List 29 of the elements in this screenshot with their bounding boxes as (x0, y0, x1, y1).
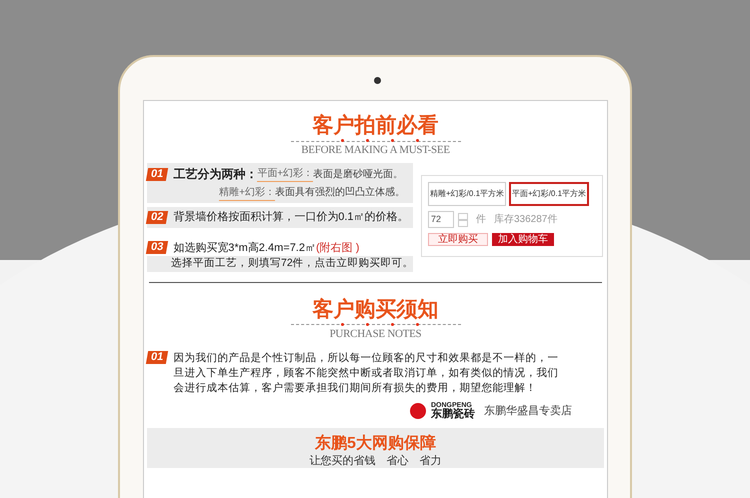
option-name: 精雕+幻彩： (219, 185, 275, 201)
number-badge: 01 (146, 168, 168, 180)
unit-label: 件 (476, 213, 486, 227)
row-text: 背景墙价格按面积计算，一口价为0.1㎡的价格。 (173, 210, 409, 225)
section-subtitle: PURCHASE NOTES (330, 326, 422, 341)
option-desc: 表面是磨砂哑光面。 (313, 168, 404, 182)
store-name: 东鹏华盛昌专卖店 (484, 404, 572, 418)
number-badge: 03 (146, 241, 168, 254)
section-subtitle: BEFORE MAKING A MUST-SEE (301, 143, 450, 157)
note-paragraph: 因为我们的产品是个性订制品，所以每一位顾客的尺寸和效果都是不一样的，一旦进入下单生产程序，顾客不能突然中断或者取消订单，如有类似的情况，我们会进行成本估算，客户需要承担我们期间所有损失的费用，期望您能理解！ (173, 350, 560, 396)
number-badge: 01 (146, 350, 168, 364)
row-heading: 工艺分为两种： (173, 166, 258, 183)
variant-option[interactable]: 平面+幻彩/0.1平方米 (509, 182, 590, 206)
row-note: (附右图 ) (316, 240, 360, 256)
option-desc: 表面具有强烈的凹凸立体感。 (275, 186, 405, 200)
buy-now-button[interactable]: 立即购买 (428, 233, 488, 246)
stock-label: 库存336287件 (494, 212, 558, 227)
quantity-field[interactable]: 72 (428, 211, 454, 228)
row-text: 选择平面工艺，则填写72件，点击立即购买即可。 (147, 256, 413, 272)
section-title: 客户购买须知 (312, 296, 438, 323)
add-to-cart-button[interactable]: 加入购物车 (492, 233, 554, 246)
section-subtitle: 让您买的省钱 省心 省力 (310, 454, 442, 468)
row-text: 如选购买宽3*m高2.4m=7.2㎡ (173, 240, 316, 256)
variant-option[interactable]: 精雕+幻彩/0.1平方米 (428, 182, 506, 206)
section-title: 东鹏5大网购保障 (315, 434, 436, 454)
brand-name: 东鹏瓷砖 (431, 408, 475, 420)
section-title: 客户拍前必看 (312, 113, 438, 139)
option-name: 平面+幻彩： (257, 166, 314, 182)
number-badge: 02 (146, 210, 168, 224)
